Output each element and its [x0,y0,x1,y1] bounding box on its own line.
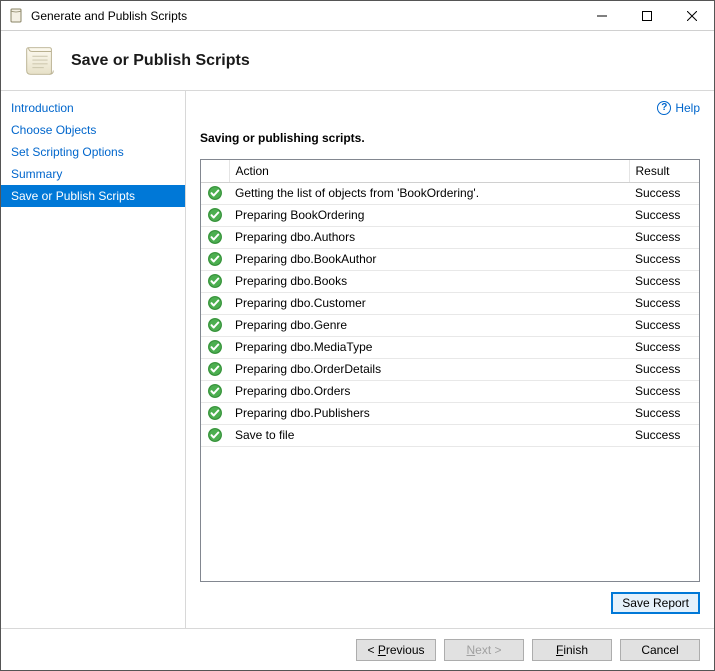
table-row[interactable]: Preparing dbo.MediaTypeSuccess [201,336,699,358]
result-cell[interactable]: Success [629,248,699,270]
close-button[interactable] [669,1,714,30]
success-check-icon [203,207,227,223]
action-cell: Preparing dbo.Orders [229,380,629,402]
action-cell: Preparing dbo.BookAuthor [229,248,629,270]
result-cell[interactable]: Success [629,358,699,380]
status-cell [201,292,229,314]
success-check-icon [203,427,227,443]
table-row[interactable]: Preparing BookOrderingSuccess [201,204,699,226]
next-button[interactable]: Next > [444,639,524,661]
help-icon: ? [657,101,671,115]
table-row[interactable]: Preparing dbo.BookAuthorSuccess [201,248,699,270]
progress-table-container: Action Result Getting the list of object… [200,159,700,582]
nav-item-set-scripting-options[interactable]: Set Scripting Options [1,141,185,163]
success-check-icon [203,317,227,333]
status-cell [201,336,229,358]
previous-button[interactable]: < Previous [356,639,436,661]
success-check-icon [203,361,227,377]
success-check-icon [203,339,227,355]
nav-item-save-or-publish[interactable]: Save or Publish Scripts [1,185,185,207]
action-cell: Getting the list of objects from 'BookOr… [229,182,629,204]
table-row[interactable]: Preparing dbo.BooksSuccess [201,270,699,292]
col-header-result[interactable]: Result [629,160,699,182]
window-buttons [579,1,714,30]
col-header-icon[interactable] [201,160,229,182]
wizard-window: Generate and Publish Scripts Save or Pub… [0,0,715,671]
result-cell[interactable]: Success [629,270,699,292]
table-row[interactable]: Preparing dbo.OrderDetailsSuccess [201,358,699,380]
result-cell[interactable]: Success [629,402,699,424]
result-cell[interactable]: Success [629,226,699,248]
progress-table: Action Result Getting the list of object… [201,160,699,447]
status-cell [201,270,229,292]
status-cell [201,182,229,204]
nav-item-choose-objects[interactable]: Choose Objects [1,119,185,141]
status-cell [201,314,229,336]
result-cell[interactable]: Success [629,204,699,226]
help-label: Help [675,101,700,115]
wizard-body: Introduction Choose Objects Set Scriptin… [1,91,714,628]
status-cell [201,248,229,270]
success-check-icon [203,273,227,289]
success-check-icon [203,383,227,399]
table-row[interactable]: Preparing dbo.PublishersSuccess [201,402,699,424]
save-report-button[interactable]: Save Report [611,592,700,614]
action-cell: Preparing dbo.Books [229,270,629,292]
maximize-button[interactable] [624,1,669,30]
action-cell: Preparing dbo.Genre [229,314,629,336]
app-icon [9,8,25,24]
result-cell[interactable]: Success [629,380,699,402]
wizard-footer: < Previous Next > Finish Cancel [1,628,714,670]
action-cell: Preparing dbo.Publishers [229,402,629,424]
action-cell: Preparing BookOrdering [229,204,629,226]
success-check-icon [203,251,227,267]
cancel-button[interactable]: Cancel [620,639,700,661]
page-header: Save or Publish Scripts [1,31,714,91]
table-header-row: Action Result [201,160,699,182]
success-check-icon [203,229,227,245]
result-cell[interactable]: Success [629,292,699,314]
status-cell [201,424,229,446]
success-check-icon [203,185,227,201]
table-row[interactable]: Preparing dbo.GenreSuccess [201,314,699,336]
success-check-icon [203,295,227,311]
nav-item-summary[interactable]: Summary [1,163,185,185]
status-cell [201,204,229,226]
finish-button[interactable]: Finish [532,639,612,661]
help-link[interactable]: ? Help [657,101,700,115]
status-cell [201,226,229,248]
status-cell [201,358,229,380]
action-cell: Save to file [229,424,629,446]
status-cell [201,380,229,402]
save-report-row: Save Report [200,582,700,628]
table-row[interactable]: Getting the list of objects from 'BookOr… [201,182,699,204]
action-cell: Preparing dbo.Authors [229,226,629,248]
result-cell[interactable]: Success [629,314,699,336]
titlebar: Generate and Publish Scripts [1,1,714,31]
action-cell: Preparing dbo.Customer [229,292,629,314]
section-title: Saving or publishing scripts. [200,131,700,145]
table-row[interactable]: Preparing dbo.AuthorsSuccess [201,226,699,248]
result-cell[interactable]: Success [629,336,699,358]
action-cell: Preparing dbo.OrderDetails [229,358,629,380]
table-row[interactable]: Preparing dbo.OrdersSuccess [201,380,699,402]
main-panel: ? Help Saving or publishing scripts. Act… [186,91,714,628]
page-title: Save or Publish Scripts [71,52,250,70]
window-title: Generate and Publish Scripts [31,9,579,23]
table-row[interactable]: Preparing dbo.CustomerSuccess [201,292,699,314]
action-cell: Preparing dbo.MediaType [229,336,629,358]
col-header-action[interactable]: Action [229,160,629,182]
result-cell[interactable]: Success [629,182,699,204]
result-cell[interactable]: Success [629,424,699,446]
nav-sidebar: Introduction Choose Objects Set Scriptin… [1,91,186,628]
script-scroll-icon [21,42,59,80]
status-cell [201,402,229,424]
nav-item-introduction[interactable]: Introduction [1,97,185,119]
success-check-icon [203,405,227,421]
table-row[interactable]: Save to fileSuccess [201,424,699,446]
minimize-button[interactable] [579,1,624,30]
